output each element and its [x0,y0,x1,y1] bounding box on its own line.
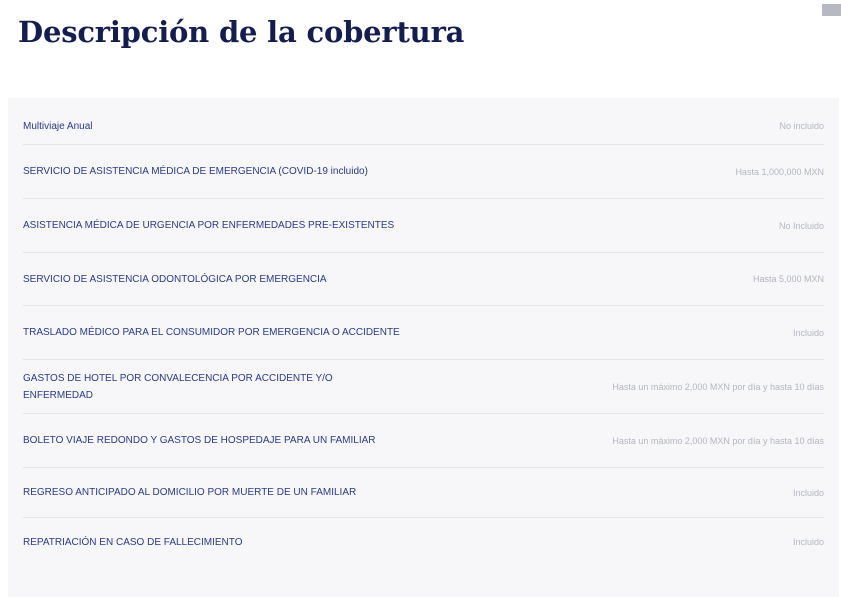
coverage-value: Hasta 1,000,000 MXN [735,166,824,177]
coverage-value: Hasta 5,000 MXN [752,274,824,284]
coverage-label: TRASLADO MÉDICO PARA EL CONSUMIDOR POR E… [23,327,400,338]
coverage-value: Hasta un máximo 2,000 MXN por día y hast… [612,435,824,446]
coverage-label: Multiviaje Anual [23,120,93,132]
coverage-row: GASTOS DE HOTEL POR CONVALECENCIA POR AC… [23,360,824,414]
coverage-row: SERVICIO DE ASISTENCIA MÉDICA DE EMERGEN… [23,145,824,199]
coverage-row: TRASLADO MÉDICO PARA EL CONSUMIDOR POR E… [23,306,824,360]
corner-tab-icon [822,4,841,16]
coverage-value: Incluido [792,327,824,338]
coverage-row: Multiviaje Anual No incluido [23,108,824,145]
coverage-value: Incluido [792,537,824,547]
coverage-row: REPATRIACIÓN EN CASO DE FALLECIMIENTO In… [23,518,824,566]
coverage-value: No incluido [779,121,824,131]
coverage-label: GASTOS DE HOTEL POR CONVALECENCIA POR AC… [23,372,333,401]
coverage-label: REPATRIACIÓN EN CASO DE FALLECIMIENTO [23,536,243,548]
coverage-row: REGRESO ANTICIPADO AL DOMICILIO POR MUER… [23,468,824,518]
coverage-panel: Multiviaje Anual No incluido SERVICIO DE… [8,98,839,597]
coverage-row: BOLETO VIAJE REDONDO Y GASTOS DE HOSPEDA… [23,414,824,468]
coverage-row: SERVICIO DE ASISTENCIA ODONTOLÓGICA POR … [23,253,824,306]
coverage-label: SERVICIO DE ASISTENCIA ODONTOLÓGICA POR … [23,273,327,285]
coverage-label: ASISTENCIA MÉDICA DE URGENCIA POR ENFERM… [23,220,395,231]
coverage-list: Multiviaje Anual No incluido SERVICIO DE… [23,108,824,566]
coverage-value: Hasta un máximo 2,000 MXN por día y hast… [612,381,824,392]
coverage-value: Incluido [792,487,824,498]
coverage-label: REGRESO ANTICIPADO AL DOMICILIO POR MUER… [23,487,357,498]
page-title: Descripción de la cobertura [18,15,465,49]
coverage-label: SERVICIO DE ASISTENCIA MÉDICA DE EMERGEN… [23,166,368,177]
coverage-label: BOLETO VIAJE REDONDO Y GASTOS DE HOSPEDA… [23,435,376,446]
coverage-row: ASISTENCIA MÉDICA DE URGENCIA POR ENFERM… [23,199,824,253]
coverage-value: No Incluido [778,220,824,231]
